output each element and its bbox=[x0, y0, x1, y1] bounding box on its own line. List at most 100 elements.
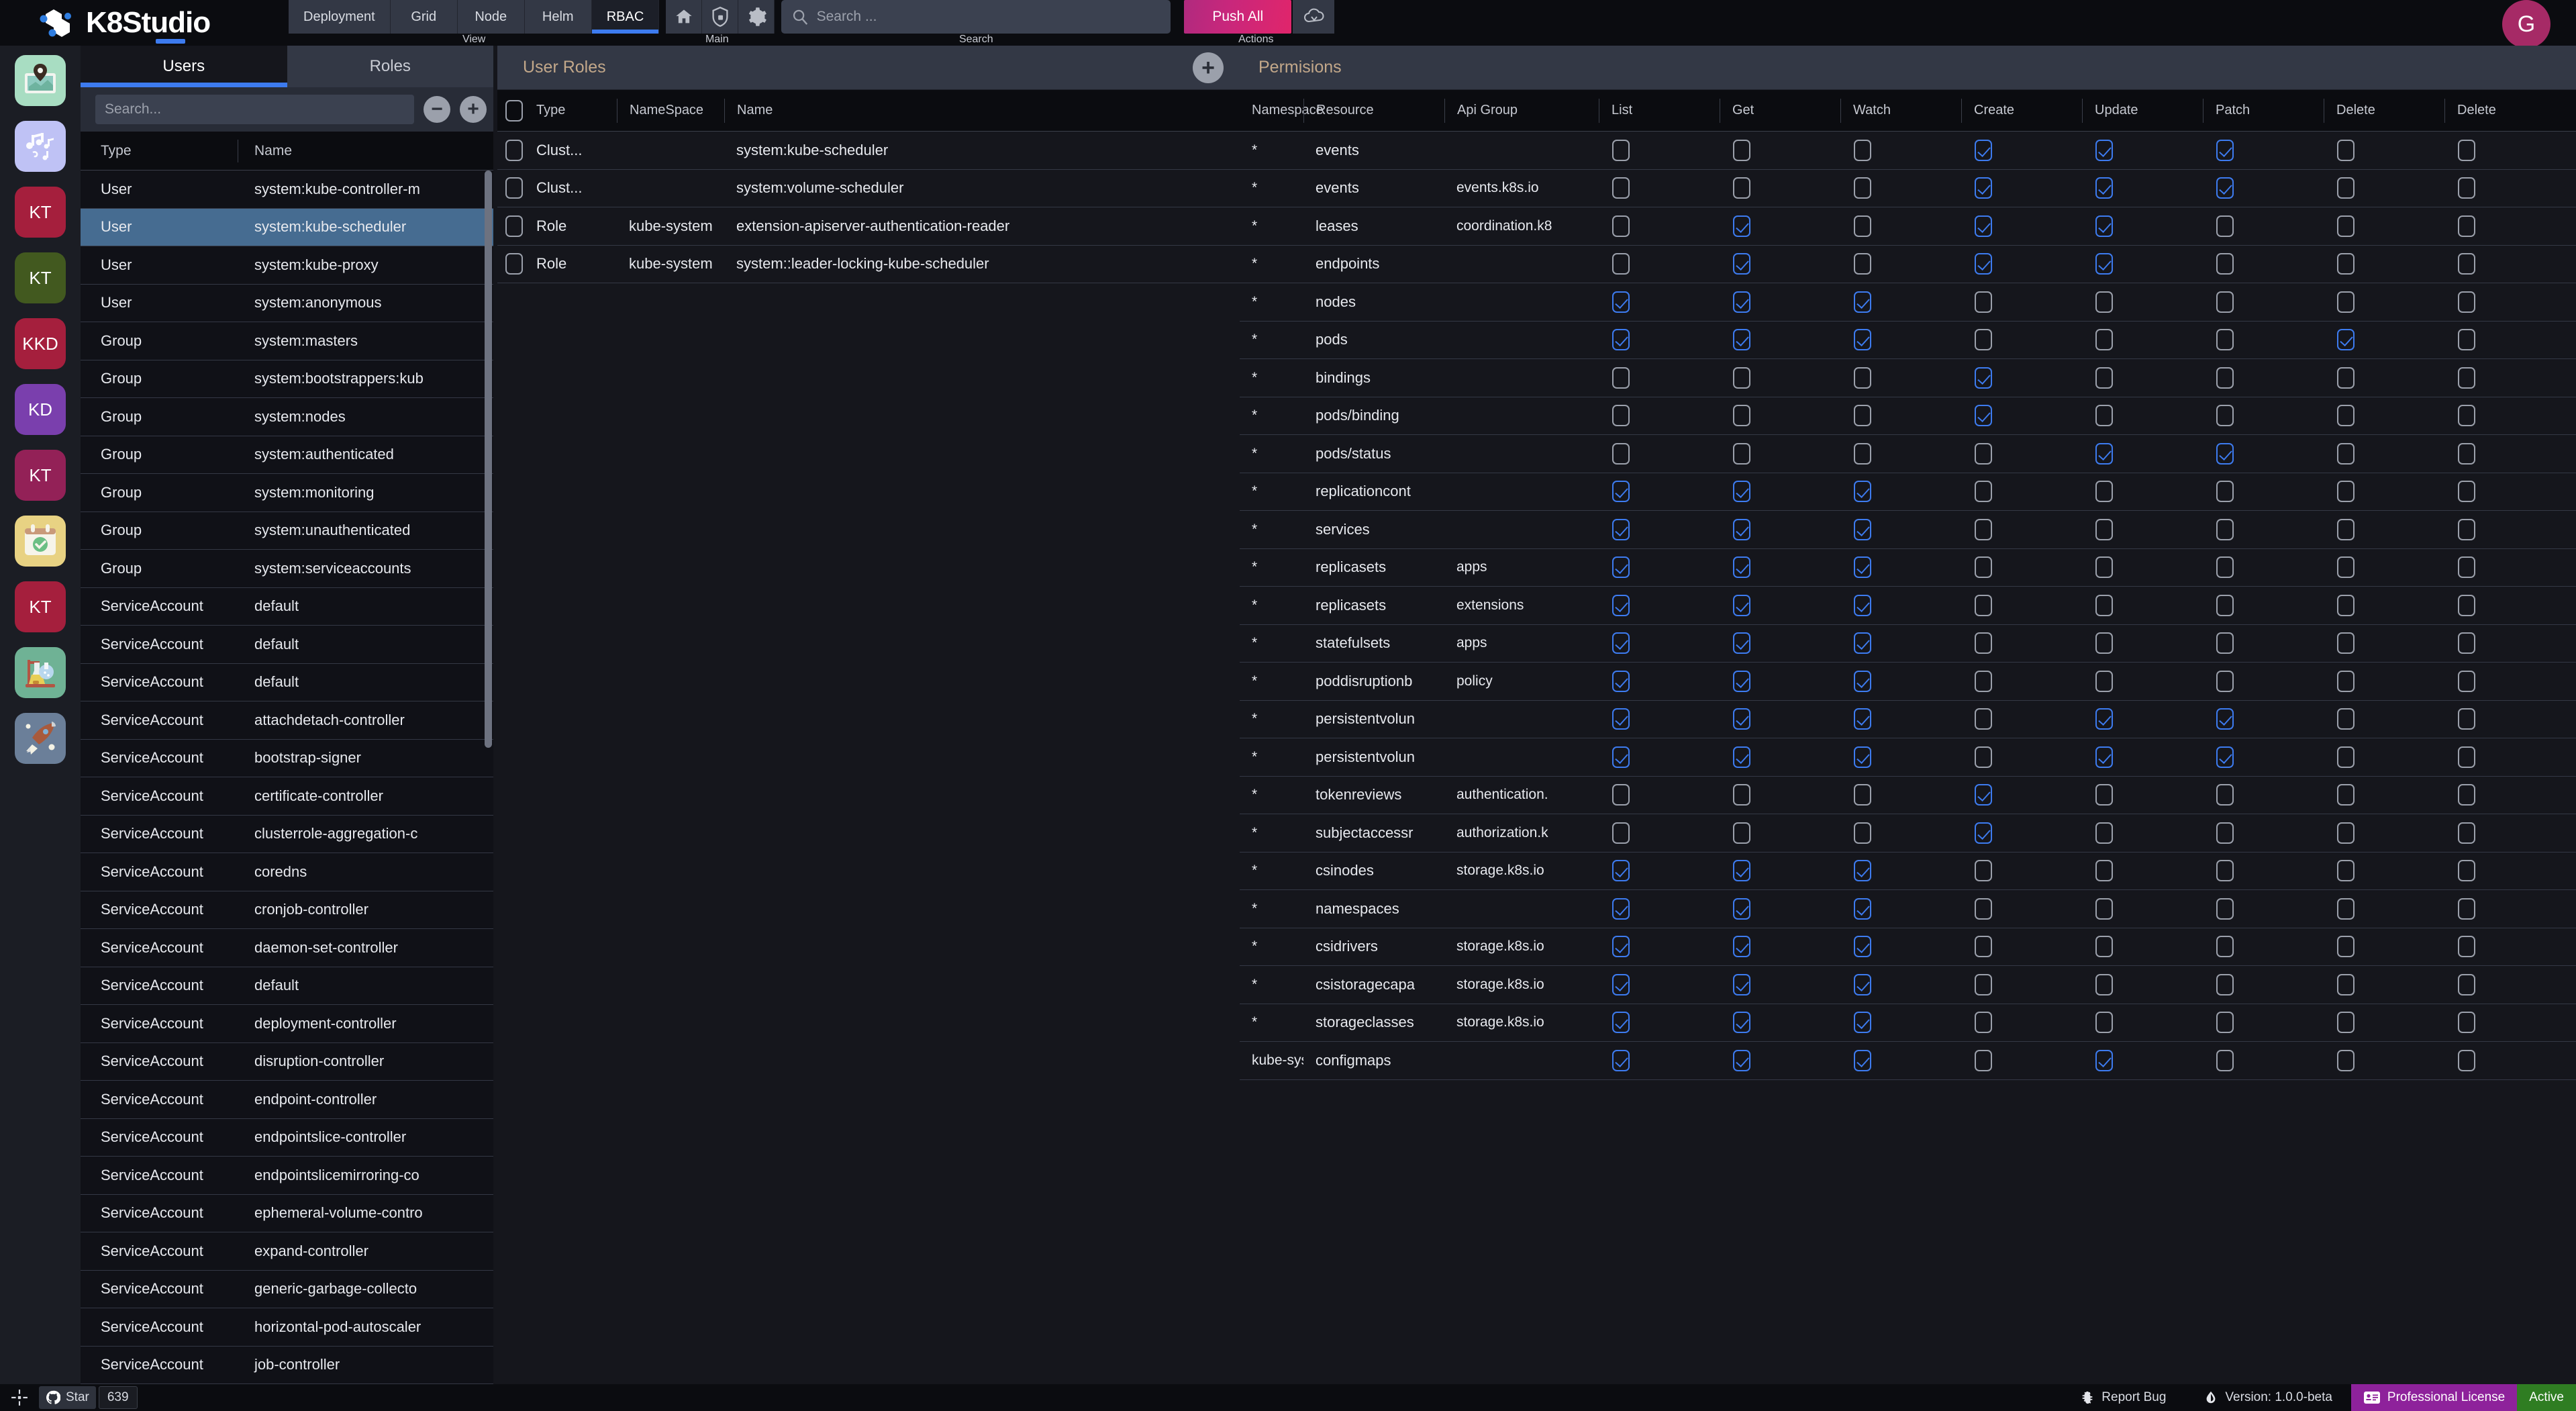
permission-row[interactable]: * pods/binding bbox=[1240, 397, 2576, 435]
permission-verb-checkbox-list-0[interactable] bbox=[1599, 329, 1720, 351]
permission-verb-checkbox-delete-6[interactable] bbox=[2324, 253, 2444, 275]
users-list-item[interactable]: User system:kube-controller-m bbox=[81, 171, 493, 209]
permission-verb-checkbox-create-3[interactable] bbox=[1961, 1012, 2082, 1034]
permission-verb-checkbox-patch-5[interactable] bbox=[2203, 860, 2324, 882]
users-list-item[interactable]: ServiceAccount endpoint-controller bbox=[81, 1081, 493, 1119]
users-list-item[interactable]: ServiceAccount clusterrole-aggregation-c bbox=[81, 816, 493, 853]
permission-verb-checkbox-delete-6[interactable] bbox=[2324, 139, 2444, 161]
permission-verb-checkbox-get-1[interactable] bbox=[1720, 973, 1840, 995]
users-list-item[interactable]: User system:kube-proxy bbox=[81, 246, 493, 285]
permission-verb-checkbox-create-3[interactable] bbox=[1961, 291, 2082, 313]
users-list-item[interactable]: ServiceAccount default bbox=[81, 626, 493, 664]
permission-verb-checkbox-update-4[interactable] bbox=[2082, 556, 2203, 579]
permission-verb-checkbox-watch-2[interactable] bbox=[1840, 936, 1961, 958]
permission-verb-checkbox-list-0[interactable] bbox=[1599, 1012, 1720, 1034]
permission-verb-checkbox-patch-5[interactable] bbox=[2203, 746, 2324, 768]
permission-verb-checkbox-get-1[interactable] bbox=[1720, 1049, 1840, 1071]
permission-verb-checkbox-list-0[interactable] bbox=[1599, 177, 1720, 199]
permission-row[interactable]: * persistentvolun bbox=[1240, 701, 2576, 738]
permission-verb-checkbox-delete-7[interactable] bbox=[2444, 708, 2505, 730]
permission-verb-checkbox-delete-6[interactable] bbox=[2324, 329, 2444, 351]
permission-verb-checkbox-list-0[interactable] bbox=[1599, 594, 1720, 616]
permission-verb-checkbox-patch-5[interactable] bbox=[2203, 897, 2324, 920]
permission-verb-checkbox-watch-2[interactable] bbox=[1840, 405, 1961, 427]
permission-verb-checkbox-watch-2[interactable] bbox=[1840, 708, 1961, 730]
permission-verb-checkbox-get-1[interactable] bbox=[1720, 746, 1840, 768]
permission-verb-checkbox-delete-7[interactable] bbox=[2444, 481, 2505, 503]
permission-verb-checkbox-watch-2[interactable] bbox=[1840, 897, 1961, 920]
permission-verb-checkbox-get-1[interactable] bbox=[1720, 177, 1840, 199]
permission-verb-checkbox-delete-6[interactable] bbox=[2324, 973, 2444, 995]
users-list-item[interactable]: ServiceAccount default bbox=[81, 588, 493, 626]
users-list[interactable]: User system:kube-controller-m User system:k… bbox=[81, 171, 493, 1384]
permission-verb-checkbox-list-0[interactable] bbox=[1599, 291, 1720, 313]
permission-verb-checkbox-create-3[interactable] bbox=[1961, 860, 2082, 882]
users-list-item[interactable]: Group system:monitoring bbox=[81, 474, 493, 512]
permission-verb-checkbox-delete-6[interactable] bbox=[2324, 594, 2444, 616]
permission-verb-checkbox-watch-2[interactable] bbox=[1840, 177, 1961, 199]
gear-icon[interactable] bbox=[738, 0, 775, 34]
user-role-row[interactable]: Role kube-system system::leader-locking-ku… bbox=[497, 246, 1240, 283]
permission-verb-checkbox-patch-5[interactable] bbox=[2203, 177, 2324, 199]
permission-verb-checkbox-patch-5[interactable] bbox=[2203, 594, 2324, 616]
permission-verb-checkbox-watch-2[interactable] bbox=[1840, 822, 1961, 844]
users-list-item[interactable]: User system:kube-scheduler bbox=[81, 208, 493, 246]
permission-verb-checkbox-update-4[interactable] bbox=[2082, 936, 2203, 958]
permission-verb-checkbox-delete-7[interactable] bbox=[2444, 822, 2505, 844]
permission-verb-checkbox-get-1[interactable] bbox=[1720, 442, 1840, 465]
users-list-item[interactable]: Group system:bootstrappers:kub bbox=[81, 360, 493, 398]
permission-verb-checkbox-patch-5[interactable] bbox=[2203, 936, 2324, 958]
users-list-item[interactable]: ServiceAccount generic-garbage-collecto bbox=[81, 1271, 493, 1308]
permission-verb-checkbox-patch-5[interactable] bbox=[2203, 442, 2324, 465]
permission-verb-checkbox-patch-5[interactable] bbox=[2203, 822, 2324, 844]
permission-verb-checkbox-update-4[interactable] bbox=[2082, 973, 2203, 995]
permission-verb-checkbox-watch-2[interactable] bbox=[1840, 860, 1961, 882]
permission-row[interactable]: * nodes bbox=[1240, 283, 2576, 322]
users-list-item[interactable]: Group system:serviceaccounts bbox=[81, 550, 493, 588]
permission-verb-checkbox-delete-6[interactable] bbox=[2324, 1049, 2444, 1071]
users-list-item[interactable]: ServiceAccount ephemeral-volume-contro bbox=[81, 1195, 493, 1232]
permission-row[interactable]: * tokenreviews authentication. bbox=[1240, 777, 2576, 814]
permission-verb-checkbox-delete-6[interactable] bbox=[2324, 405, 2444, 427]
permission-verb-checkbox-watch-2[interactable] bbox=[1840, 973, 1961, 995]
permission-verb-checkbox-delete-6[interactable] bbox=[2324, 442, 2444, 465]
permission-verb-checkbox-list-0[interactable] bbox=[1599, 215, 1720, 237]
permission-verb-checkbox-watch-2[interactable] bbox=[1840, 253, 1961, 275]
users-search-input[interactable] bbox=[105, 101, 405, 117]
users-list-item[interactable]: ServiceAccount deployment-controller bbox=[81, 1005, 493, 1043]
permission-verb-checkbox-delete-7[interactable] bbox=[2444, 1012, 2505, 1034]
users-list-item[interactable]: ServiceAccount disruption-controller bbox=[81, 1043, 493, 1081]
permission-verb-checkbox-update-4[interactable] bbox=[2082, 405, 2203, 427]
permission-row[interactable]: * bindings bbox=[1240, 359, 2576, 397]
permission-verb-checkbox-create-3[interactable] bbox=[1961, 746, 2082, 768]
permission-verb-checkbox-delete-7[interactable] bbox=[2444, 784, 2505, 806]
avatar[interactable]: G bbox=[2502, 0, 2550, 48]
tab-roles[interactable]: Roles bbox=[287, 46, 493, 87]
permission-verb-checkbox-delete-7[interactable] bbox=[2444, 518, 2505, 540]
permission-row[interactable]: * namespaces bbox=[1240, 890, 2576, 928]
permission-verb-checkbox-patch-5[interactable] bbox=[2203, 1012, 2324, 1034]
user-role-row[interactable]: Role kube-system extension-apiserver-authe… bbox=[497, 207, 1240, 246]
tab-grid[interactable]: Grid bbox=[390, 0, 458, 34]
permission-verb-checkbox-list-0[interactable] bbox=[1599, 936, 1720, 958]
permission-verb-checkbox-delete-7[interactable] bbox=[2444, 367, 2505, 389]
permission-verb-checkbox-delete-6[interactable] bbox=[2324, 215, 2444, 237]
permission-verb-checkbox-delete-6[interactable] bbox=[2324, 291, 2444, 313]
permission-verb-checkbox-update-4[interactable] bbox=[2082, 1049, 2203, 1071]
cluster-kt-red-2[interactable]: KT bbox=[15, 581, 66, 632]
permission-row[interactable]: * services bbox=[1240, 511, 2576, 549]
permission-verb-checkbox-delete-7[interactable] bbox=[2444, 556, 2505, 579]
permission-row[interactable]: * subjectaccessr authorization.k bbox=[1240, 814, 2576, 853]
permission-verb-checkbox-update-4[interactable] bbox=[2082, 784, 2203, 806]
permission-verb-checkbox-delete-7[interactable] bbox=[2444, 329, 2505, 351]
permission-verb-checkbox-patch-5[interactable] bbox=[2203, 291, 2324, 313]
global-search-box[interactable] bbox=[781, 0, 1171, 34]
permission-row[interactable]: kube-system configmaps bbox=[1240, 1042, 2576, 1080]
permission-verb-checkbox-update-4[interactable] bbox=[2082, 708, 2203, 730]
cluster-kt-green[interactable]: KT bbox=[15, 252, 66, 303]
permission-verb-checkbox-update-4[interactable] bbox=[2082, 215, 2203, 237]
role-row-checkbox[interactable] bbox=[497, 215, 536, 237]
permission-verb-checkbox-create-3[interactable] bbox=[1961, 670, 2082, 692]
users-list-item[interactable]: ServiceAccount expand-controller bbox=[81, 1232, 493, 1271]
tab-node[interactable]: Node bbox=[457, 0, 525, 34]
